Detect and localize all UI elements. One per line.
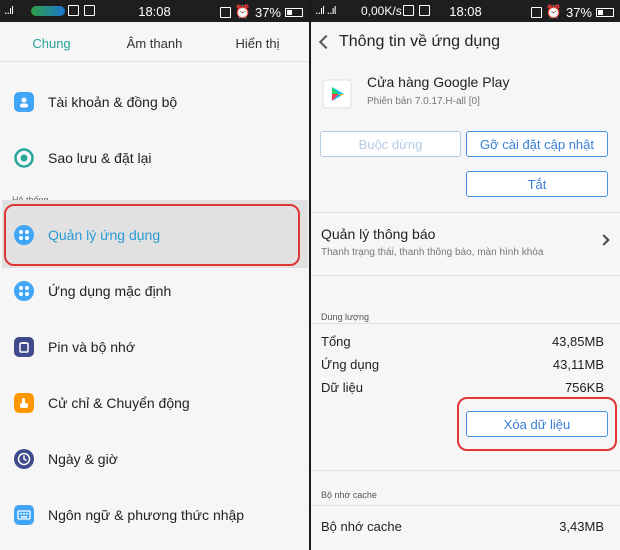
menu-item-label: Ngôn ngữ & phương thức nhập <box>48 507 245 523</box>
menu-item-label: Sao lưu & đặt lại <box>48 150 152 166</box>
back-icon[interactable] <box>318 34 334 50</box>
menu-item-language-input[interactable]: Ngôn ngữ & phương thức nhập <box>0 495 309 535</box>
status-bar: ..ıl 18:08 ⏰ 37% <box>0 0 309 22</box>
notification-management-row[interactable]: Quản lý thông báo Thanh trạng thái, than… <box>321 226 543 258</box>
cache-section-label: Bộ nhớ cache <box>321 490 377 500</box>
battery-icon <box>596 7 614 17</box>
divider <box>311 505 620 506</box>
status-right: ⏰ 37% <box>530 4 614 20</box>
alarm-icon: ⏰ <box>545 4 562 19</box>
tab-general[interactable]: Chung <box>0 32 103 51</box>
storage-row-app: Ứng dụng 43,11MB <box>321 357 604 372</box>
tab-display[interactable]: Hiển thị <box>206 32 309 51</box>
tab-sound[interactable]: Âm thanh <box>103 32 206 51</box>
annotation-highlight <box>457 397 617 451</box>
clock-icon <box>14 449 34 469</box>
gesture-icon <box>14 393 34 413</box>
default-apps-icon <box>14 281 34 301</box>
storage-value: 43,85MB <box>551 334 604 349</box>
menu-item-default-apps[interactable]: Ứng dụng mặc định <box>0 271 309 311</box>
storage-value: 756KB <box>564 380 604 395</box>
disable-button[interactable]: Tắt <box>466 171 608 197</box>
cache-label: Bộ nhớ cache <box>321 519 402 534</box>
menu-item-gestures[interactable]: Cử chỉ & Chuyển động <box>0 383 309 423</box>
vibrate-icon <box>219 6 231 18</box>
divider <box>311 212 620 213</box>
notification-title: Quản lý thông báo <box>321 226 436 242</box>
settings-screen: ..ıl 18:08 ⏰ 37% Chung Âm thanh Hiển thị… <box>0 0 309 550</box>
battery-storage-icon <box>14 337 34 357</box>
menu-item-label: Ứng dụng mặc định <box>48 283 172 299</box>
app-version: Phiên bản 7.0.17.H-all [0] <box>367 96 480 107</box>
notification-subtitle: Thanh trạng thái, thanh thông báo, màn h… <box>321 247 544 258</box>
chevron-right-icon <box>598 234 610 246</box>
menu-item-accounts-sync[interactable]: Tài khoản & đồng bộ <box>0 82 309 122</box>
app-info-header: Thông tin về ứng dụng <box>311 22 620 62</box>
page-title: Thông tin về ứng dụng <box>339 33 501 50</box>
divider <box>311 470 620 471</box>
force-stop-button[interactable]: Buộc dừng <box>320 131 461 157</box>
storage-label: Tổng <box>321 334 351 349</box>
battery-percent: 37% <box>254 4 281 20</box>
menu-item-battery-storage[interactable]: Pin và bộ nhớ <box>0 327 309 367</box>
menu-item-label: Tài khoản & đồng bộ <box>48 94 178 110</box>
app-name: Cửa hàng Google Play <box>367 74 510 90</box>
menu-item-label: Pin và bộ nhớ <box>48 339 136 355</box>
storage-row-data: Dữ liệu 756KB <box>321 380 604 395</box>
alarm-icon: ⏰ <box>234 4 251 19</box>
menu-item-date-time[interactable]: Ngày & giờ <box>0 439 309 479</box>
menu-item-label: Ngày & giờ <box>48 451 118 467</box>
vibrate-icon <box>530 6 542 18</box>
storage-label: Dữ liệu <box>321 380 363 395</box>
uninstall-updates-button[interactable]: Gỡ cài đặt cập nhật <box>466 131 608 157</box>
person-icon <box>14 92 34 112</box>
storage-value: 43,11MB <box>552 357 604 372</box>
storage-section-label: Dung lượng <box>321 312 369 322</box>
google-play-icon <box>321 74 353 110</box>
settings-tabs: Chung Âm thanh Hiển thị <box>0 22 309 62</box>
cache-value: 3,43MB <box>559 519 604 534</box>
app-info-screen: ..ıl ..ıl 0,00K/s 18:08 ⏰ 37% Thông tin … <box>311 0 620 550</box>
backup-icon <box>14 148 34 168</box>
menu-item-label: Cử chỉ & Chuyển động <box>48 395 190 411</box>
status-right: ⏰ 37% <box>219 4 303 20</box>
keyboard-icon <box>14 505 34 525</box>
annotation-highlight <box>4 204 300 266</box>
app-summary: Cửa hàng Google Play Phiên bản 7.0.17.H-… <box>321 74 509 110</box>
menu-item-backup-reset[interactable]: Sao lưu & đặt lại <box>0 138 309 178</box>
divider <box>311 323 620 324</box>
status-bar: ..ıl ..ıl 0,00K/s 18:08 ⏰ 37% <box>311 0 620 22</box>
battery-icon <box>285 7 303 17</box>
cache-row: Bộ nhớ cache 3,43MB <box>321 519 604 534</box>
storage-label: Ứng dụng <box>321 357 380 372</box>
battery-percent: 37% <box>565 4 592 20</box>
storage-row-total: Tổng 43,85MB <box>321 334 604 349</box>
divider <box>311 275 620 276</box>
